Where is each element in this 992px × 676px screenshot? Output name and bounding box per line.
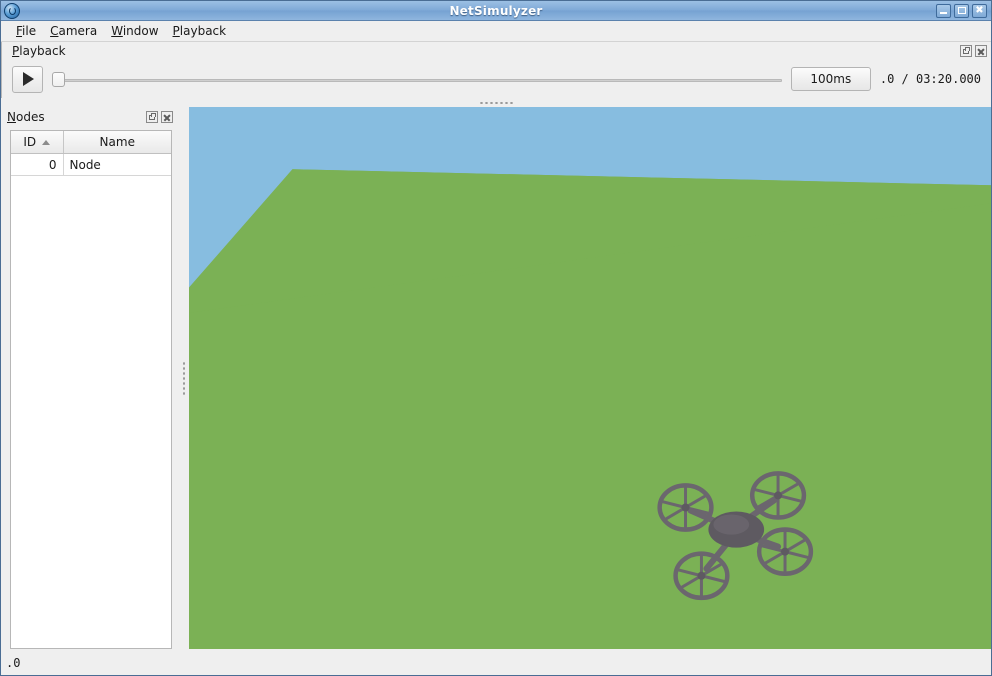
playback-dock-titlebar: Playback (2, 42, 991, 60)
maximize-icon (957, 7, 966, 14)
menu-item-playback-rest: layback (179, 24, 227, 38)
column-header-id-label: ID (23, 135, 37, 149)
menu-item-playback[interactable]: Playback (166, 22, 234, 40)
close-button[interactable]: ✖ (972, 3, 987, 18)
vertical-splitter-grip (182, 361, 185, 395)
playback-dock-buttons (960, 45, 987, 57)
float-nodes-dock-icon[interactable] (146, 111, 158, 123)
minimize-icon (940, 12, 947, 14)
nodes-dock-titlebar: Nodes (1, 107, 178, 127)
close-icon: ✖ (975, 4, 984, 16)
time-readout: .0 / 03:20.000 (879, 72, 981, 86)
menu-item-file[interactable]: File (9, 22, 43, 40)
status-bar: .0 (1, 649, 991, 675)
window-title: NetSimulyzer (449, 3, 543, 18)
column-header-name[interactable]: Name (63, 131, 171, 154)
nodes-dock-title: Nodes (7, 110, 45, 124)
cell-node-id: 0 (11, 153, 64, 176)
nodes-table-header-row: ID Name (11, 131, 171, 154)
table-row[interactable]: 0 Node (11, 153, 171, 176)
time-granularity-button[interactable]: 100ms (790, 67, 871, 91)
cell-node-name: Node (63, 153, 171, 176)
application-window: NetSimulyzer ✖ File Camera Window Playba… (0, 0, 992, 676)
title-bar[interactable]: NetSimulyzer ✖ (1, 1, 991, 21)
timeline-slider-groove (52, 79, 782, 82)
status-bar-text: .0 (6, 655, 21, 670)
maximize-button[interactable] (954, 3, 969, 18)
vertical-splitter[interactable] (178, 107, 189, 649)
nodes-dock-buttons (146, 111, 173, 123)
menu-bar: File Camera Window Playback (1, 21, 991, 42)
nodes-table-container: ID Name 0 Node (10, 130, 172, 649)
menu-item-window[interactable]: Window (104, 22, 165, 40)
menu-item-window-rest: indow (122, 24, 159, 38)
menu-item-camera[interactable]: Camera (43, 22, 104, 40)
scene-render (189, 107, 991, 649)
close-nodes-dock-icon[interactable] (161, 111, 173, 123)
play-button[interactable] (12, 65, 43, 93)
horizontal-splitter[interactable] (1, 98, 991, 107)
column-header-id[interactable]: ID (11, 131, 64, 154)
3d-scene-viewport[interactable] (189, 107, 991, 649)
menu-item-camera-rest: amera (58, 24, 98, 38)
playback-dock-title: Playback (12, 44, 66, 58)
viewport-container (189, 107, 991, 649)
column-header-name-label: Name (99, 135, 135, 149)
horizontal-splitter-grip (479, 101, 513, 104)
playback-dock-panel: Playback 100ms .0 / 03:20.000 (1, 42, 991, 98)
window-controls: ✖ (936, 3, 987, 18)
minimize-button[interactable] (936, 3, 951, 18)
central-area: Nodes ID Name 0 Node (1, 107, 991, 649)
app-logo-icon (4, 2, 20, 19)
nodes-table: ID Name 0 Node (11, 131, 171, 176)
drone-body-highlight (713, 514, 750, 535)
playback-controls: 100ms .0 / 03:20.000 (2, 60, 991, 98)
nodes-table-header: ID Name (11, 131, 171, 154)
nodes-table-body: 0 Node (11, 153, 171, 176)
play-icon (23, 72, 34, 86)
float-playback-dock-icon[interactable] (960, 45, 972, 57)
menu-item-file-rest: ile (22, 24, 37, 38)
timeline-slider-handle[interactable] (52, 72, 65, 87)
nodes-dock-panel: Nodes ID Name 0 Node (1, 107, 178, 649)
sort-ascending-icon (42, 140, 51, 145)
timeline-slider[interactable] (52, 68, 782, 90)
close-playback-dock-icon[interactable] (975, 45, 987, 57)
